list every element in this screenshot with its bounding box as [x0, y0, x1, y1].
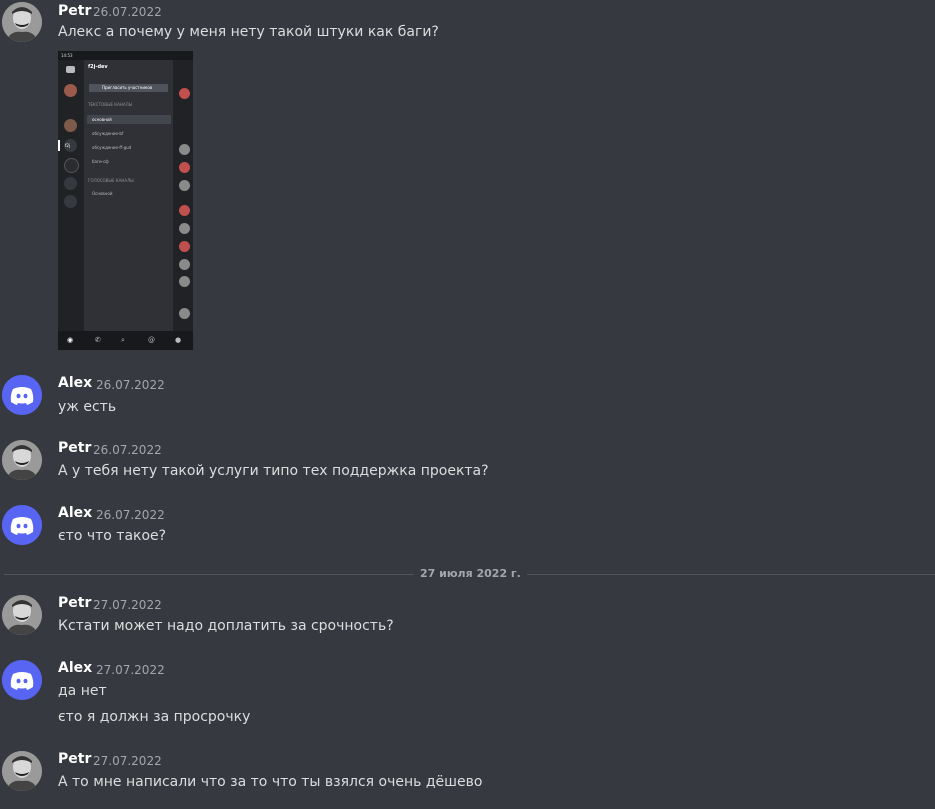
member-avatar — [179, 241, 190, 252]
phone-tab-bar: ◉ ✆ ⌕ @ ● — [58, 331, 193, 350]
username[interactable]: Petr — [58, 595, 91, 611]
member-avatar — [179, 180, 190, 191]
server-icon — [64, 158, 79, 173]
voice-channel-item: Основной — [92, 191, 113, 196]
message: Alex 26.07.2022 єто что такое? — [0, 500, 935, 555]
user-avatar[interactable] — [2, 595, 42, 635]
user-avatar[interactable] — [2, 751, 42, 791]
member-avatar — [179, 223, 190, 234]
discord-logo-icon — [2, 375, 42, 415]
username[interactable]: Alex — [58, 660, 92, 676]
channel-list: f2j-dev Пригласить участников ТЕКСТОВЫЕ … — [84, 60, 173, 331]
server-icon — [64, 177, 77, 190]
server-list: f2j — [58, 60, 83, 331]
user-avatar[interactable] — [2, 660, 42, 700]
channel-item: баги-сф — [92, 159, 109, 164]
mention-icon: @ — [148, 336, 155, 344]
status-time: 14:53 — [61, 53, 73, 58]
add-server-icon — [64, 195, 77, 208]
message-text: А то мне написали что за то что ты взялс… — [58, 774, 483, 790]
user-avatar[interactable] — [2, 375, 42, 415]
message: Petr 27.07.2022 Кстати может надо доплат… — [0, 590, 935, 645]
timestamp: 26.07.2022 — [96, 508, 165, 522]
user-avatar[interactable] — [2, 440, 42, 480]
username[interactable]: Petr — [58, 440, 91, 456]
server-badge: f2j — [65, 143, 71, 148]
member-avatar — [179, 144, 190, 155]
profile-icon: ● — [175, 336, 182, 344]
home-icon — [66, 66, 75, 73]
active-indicator — [58, 140, 60, 151]
phone-status-bar: 14:53 — [58, 51, 193, 60]
timestamp: 26.07.2022 — [96, 378, 165, 392]
discord-logo-icon — [2, 505, 42, 545]
channel-item: обсуждение-ff-gud — [92, 145, 132, 150]
message: Alex 26.07.2022 уж есть — [0, 370, 935, 425]
image-attachment[interactable]: 14:53 f2j f2j-dev Пригласить участников … — [58, 51, 193, 350]
timestamp: 27.07.2022 — [96, 663, 165, 677]
timestamp: 26.07.2022 — [93, 5, 162, 19]
user-avatar[interactable] — [2, 505, 42, 545]
message-text: да нет — [58, 683, 107, 699]
channel-item: обсуждение-bf — [92, 131, 124, 136]
message-text: Кстати может надо доплатить за срочность… — [58, 618, 394, 634]
user-avatar[interactable] — [2, 2, 42, 42]
message: Petr 26.07.2022 Алекс а почему у меня не… — [0, 0, 935, 355]
member-avatar — [179, 259, 190, 270]
message-text: єто что такое? — [58, 528, 167, 544]
message-text: А у тебя нету такой услуги типо тех подд… — [58, 463, 489, 479]
invite-button-label: Пригласить участников — [102, 85, 153, 90]
message-text: єто я должн за просрочку — [58, 709, 251, 725]
server-icon — [64, 119, 77, 132]
member-avatar — [179, 308, 190, 319]
search-icon: ⌕ — [121, 336, 125, 344]
server-name: f2j-dev — [88, 64, 108, 70]
member-avatar — [179, 205, 190, 216]
channel-item: основной — [92, 117, 112, 122]
username[interactable]: Petr — [58, 751, 91, 767]
server-icon — [64, 84, 77, 97]
username[interactable]: Alex — [58, 375, 92, 391]
discord-logo-icon — [2, 660, 42, 700]
message-text: уж есть — [58, 399, 117, 415]
discord-home-icon: ◉ — [67, 336, 74, 344]
timestamp: 27.07.2022 — [93, 754, 162, 768]
username[interactable]: Petr — [58, 3, 91, 19]
member-avatar — [179, 88, 190, 99]
timestamp: 26.07.2022 — [93, 443, 162, 457]
voice-channels-header: ГОЛОСОВЫЕ КАНАЛЫ — [88, 178, 134, 183]
message: Petr 27.07.2022 А то мне написали что за… — [0, 746, 935, 806]
date-divider-label: 27 июля 2022 г. — [414, 567, 527, 580]
text-channels-header: ТЕКСТОВЫЕ КАНАЛЫ — [88, 102, 133, 107]
phone-icon: ✆ — [95, 336, 101, 344]
member-avatar — [179, 276, 190, 287]
member-list — [175, 60, 193, 331]
timestamp: 27.07.2022 — [93, 598, 162, 612]
message: Petr 26.07.2022 А у тебя нету такой услу… — [0, 435, 935, 490]
message-text: Алекс а почему у меня нету такой штуки к… — [58, 24, 439, 40]
username[interactable]: Alex — [58, 505, 92, 521]
member-avatar — [179, 162, 190, 173]
message: Alex 27.07.2022 да нет єто я должн за пр… — [0, 655, 935, 735]
